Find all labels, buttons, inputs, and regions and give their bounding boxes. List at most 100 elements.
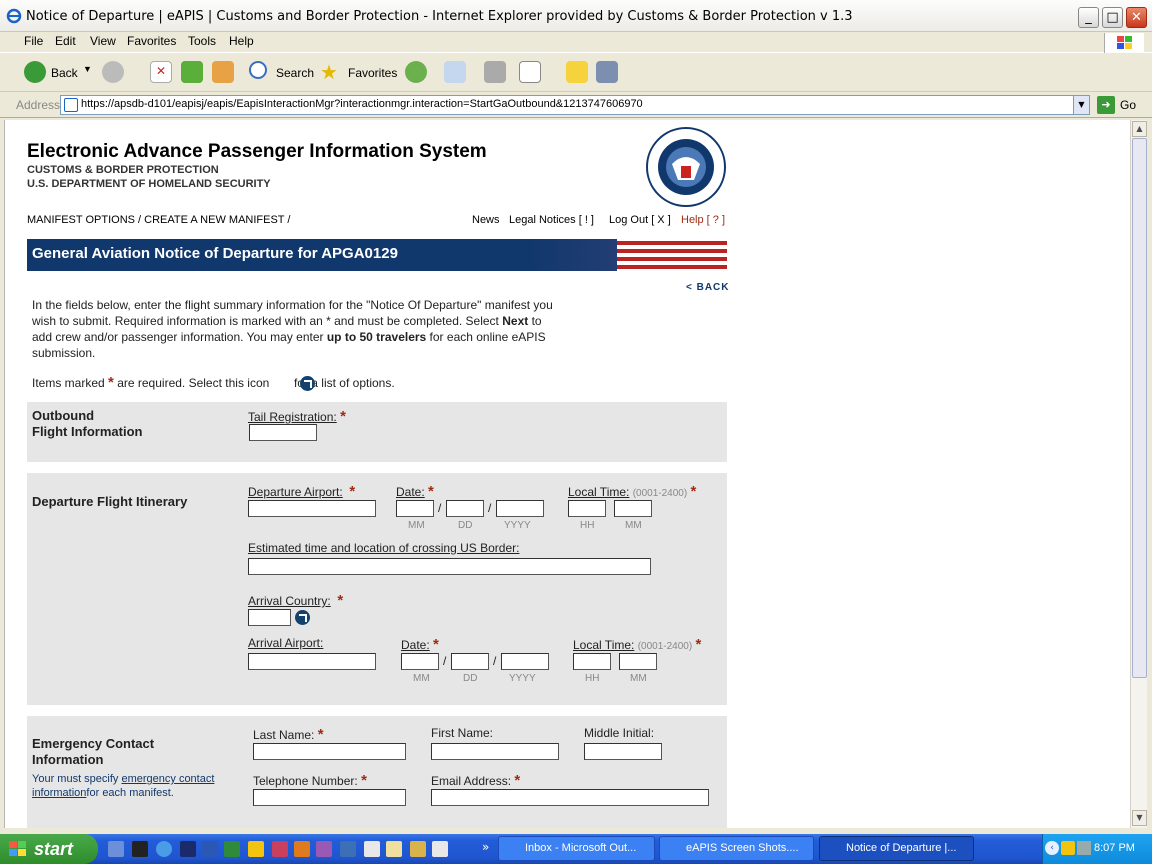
arrival-month-input[interactable] <box>401 653 439 670</box>
menu-view[interactable]: View <box>90 34 116 48</box>
favorites-button[interactable]: Favorites <box>348 66 397 80</box>
refresh-icon[interactable] <box>181 61 203 83</box>
arrival-country-input[interactable] <box>248 609 291 626</box>
discuss-note-icon[interactable] <box>566 61 588 83</box>
research-icon[interactable] <box>596 61 618 83</box>
publisher-icon[interactable] <box>316 841 332 857</box>
word-icon[interactable] <box>202 841 218 857</box>
ie-quicklaunch-icon[interactable] <box>156 841 172 857</box>
start-button[interactable]: start <box>0 834 98 864</box>
address-dropdown-icon[interactable]: ▼ <box>1073 96 1089 114</box>
favorites-star-icon[interactable]: ★ <box>320 60 338 85</box>
back-link[interactable]: < BACK <box>686 282 730 293</box>
excel-icon[interactable] <box>224 841 240 857</box>
stop-icon[interactable]: ✕ <box>150 61 172 83</box>
tail-registration-link[interactable]: Tail Registration: <box>248 410 337 424</box>
departure-airport-input[interactable] <box>248 500 376 517</box>
task-notice-of-departure[interactable]: Notice of Departure |... <box>819 836 974 861</box>
chevron-right-icon[interactable]: » <box>482 840 489 854</box>
departure-year-input[interactable] <box>496 500 544 517</box>
windows-logo-icon <box>9 841 26 856</box>
quicklaunch-icon[interactable] <box>108 841 124 857</box>
envelope-icon[interactable] <box>386 841 402 857</box>
outlook-icon[interactable] <box>248 841 264 857</box>
maximize-button[interactable]: □ <box>1102 7 1123 28</box>
task-inbox[interactable]: Inbox - Microsoft Out... <box>498 836 655 861</box>
arrival-day-input[interactable] <box>451 653 489 670</box>
arrival-time-link[interactable]: Local Time: <box>573 638 634 652</box>
news-link[interactable]: News <box>472 214 500 226</box>
go-button[interactable]: Go <box>1120 98 1136 112</box>
back-dropdown-icon[interactable]: ▼ <box>83 64 92 74</box>
minimize-button[interactable]: _ <box>1078 7 1099 28</box>
legal-notices-link[interactable]: Legal Notices [ ! ] <box>509 214 594 226</box>
tray-collapse-icon[interactable]: ‹ <box>1045 841 1059 855</box>
home-icon[interactable] <box>212 61 234 83</box>
arrival-airport-link[interactable]: Arrival Airport: <box>248 636 323 650</box>
menu-file[interactable]: File <box>24 34 43 48</box>
help-link[interactable]: Help [ ? ] <box>681 214 725 226</box>
go-arrow-icon[interactable]: ➜ <box>1097 96 1115 114</box>
middle-initial-input[interactable] <box>584 743 662 760</box>
mail-icon[interactable] <box>444 61 466 83</box>
app-icon[interactable] <box>364 841 380 857</box>
first-name-input[interactable] <box>431 743 559 760</box>
departure-month-input[interactable] <box>396 500 434 517</box>
arrival-minute-input[interactable] <box>619 653 657 670</box>
tool-icon[interactable] <box>432 841 448 857</box>
arrival-country-options-icon[interactable] <box>295 610 310 625</box>
traveler-limit-emphasis: up to 50 travelers <box>326 330 427 344</box>
tray-app-icon[interactable] <box>1061 841 1075 855</box>
departure-minute-input[interactable] <box>614 500 652 517</box>
tail-registration-input[interactable] <box>249 424 317 441</box>
menu-edit[interactable]: Edit <box>55 34 76 48</box>
arrival-airport-input[interactable] <box>248 653 376 670</box>
arrival-year-input[interactable] <box>501 653 549 670</box>
close-button[interactable]: ✕ <box>1126 7 1147 28</box>
book-icon[interactable] <box>410 841 426 857</box>
print-icon[interactable] <box>484 61 506 83</box>
forward-arrow-icon[interactable] <box>102 61 124 83</box>
departure-day-input[interactable] <box>446 500 484 517</box>
arrival-country-link[interactable]: Arrival Country: <box>248 594 331 608</box>
border-crossing-link[interactable]: Estimated time and location of crossing … <box>248 541 519 555</box>
logout-link[interactable]: Log Out [ X ] <box>609 214 671 226</box>
network-icon[interactable] <box>1077 841 1091 855</box>
menu-tools[interactable]: Tools <box>188 34 216 48</box>
departure-date-link[interactable]: Date: <box>396 485 425 499</box>
scroll-down-icon[interactable]: ▼ <box>1132 810 1147 826</box>
menu-favorites[interactable]: Favorites <box>127 34 176 48</box>
required-note-text: are required. Select this icon <box>113 376 273 390</box>
back-button[interactable]: Back <box>51 66 78 80</box>
search-button[interactable]: Search <box>276 66 314 80</box>
history-icon[interactable] <box>405 61 427 83</box>
address-url[interactable]: https://apsdb-d101/eapisj/eapis/EapisInt… <box>81 98 643 110</box>
departure-airport-link[interactable]: Departure Airport: <box>248 485 343 499</box>
departure-hour-input[interactable] <box>568 500 606 517</box>
arrival-date-link[interactable]: Date: <box>401 638 430 652</box>
section-title-line: Information <box>32 752 104 767</box>
last-name-input[interactable] <box>253 743 406 760</box>
arrival-hour-input[interactable] <box>573 653 611 670</box>
pen-icon[interactable] <box>180 841 196 857</box>
back-arrow-icon[interactable] <box>24 61 46 83</box>
powerpoint-icon[interactable] <box>272 841 288 857</box>
vertical-scrollbar[interactable]: ▲ ▼ <box>1130 120 1147 828</box>
email-input[interactable] <box>431 789 709 806</box>
scroll-thumb[interactable] <box>1132 138 1147 678</box>
menu-help[interactable]: Help <box>229 34 254 48</box>
departure-time-link[interactable]: Local Time: <box>568 485 629 499</box>
scroll-up-icon[interactable]: ▲ <box>1132 121 1147 137</box>
edit-word-icon[interactable] <box>519 61 541 83</box>
windows-flag-icon <box>1104 33 1144 53</box>
border-crossing-input[interactable] <box>248 558 651 575</box>
required-star: * <box>695 636 702 653</box>
breadcrumb[interactable]: MANIFEST OPTIONS / CREATE A NEW MANIFEST… <box>27 214 290 226</box>
address-input[interactable]: https://apsdb-d101/eapisj/eapis/EapisInt… <box>60 95 1090 115</box>
access-icon[interactable] <box>294 841 310 857</box>
cmd-icon[interactable] <box>132 841 148 857</box>
telephone-input[interactable] <box>253 789 406 806</box>
infopath-icon[interactable] <box>340 841 356 857</box>
search-icon[interactable] <box>249 61 267 79</box>
task-eapis-screenshots[interactable]: eAPIS Screen Shots.... <box>659 836 814 861</box>
